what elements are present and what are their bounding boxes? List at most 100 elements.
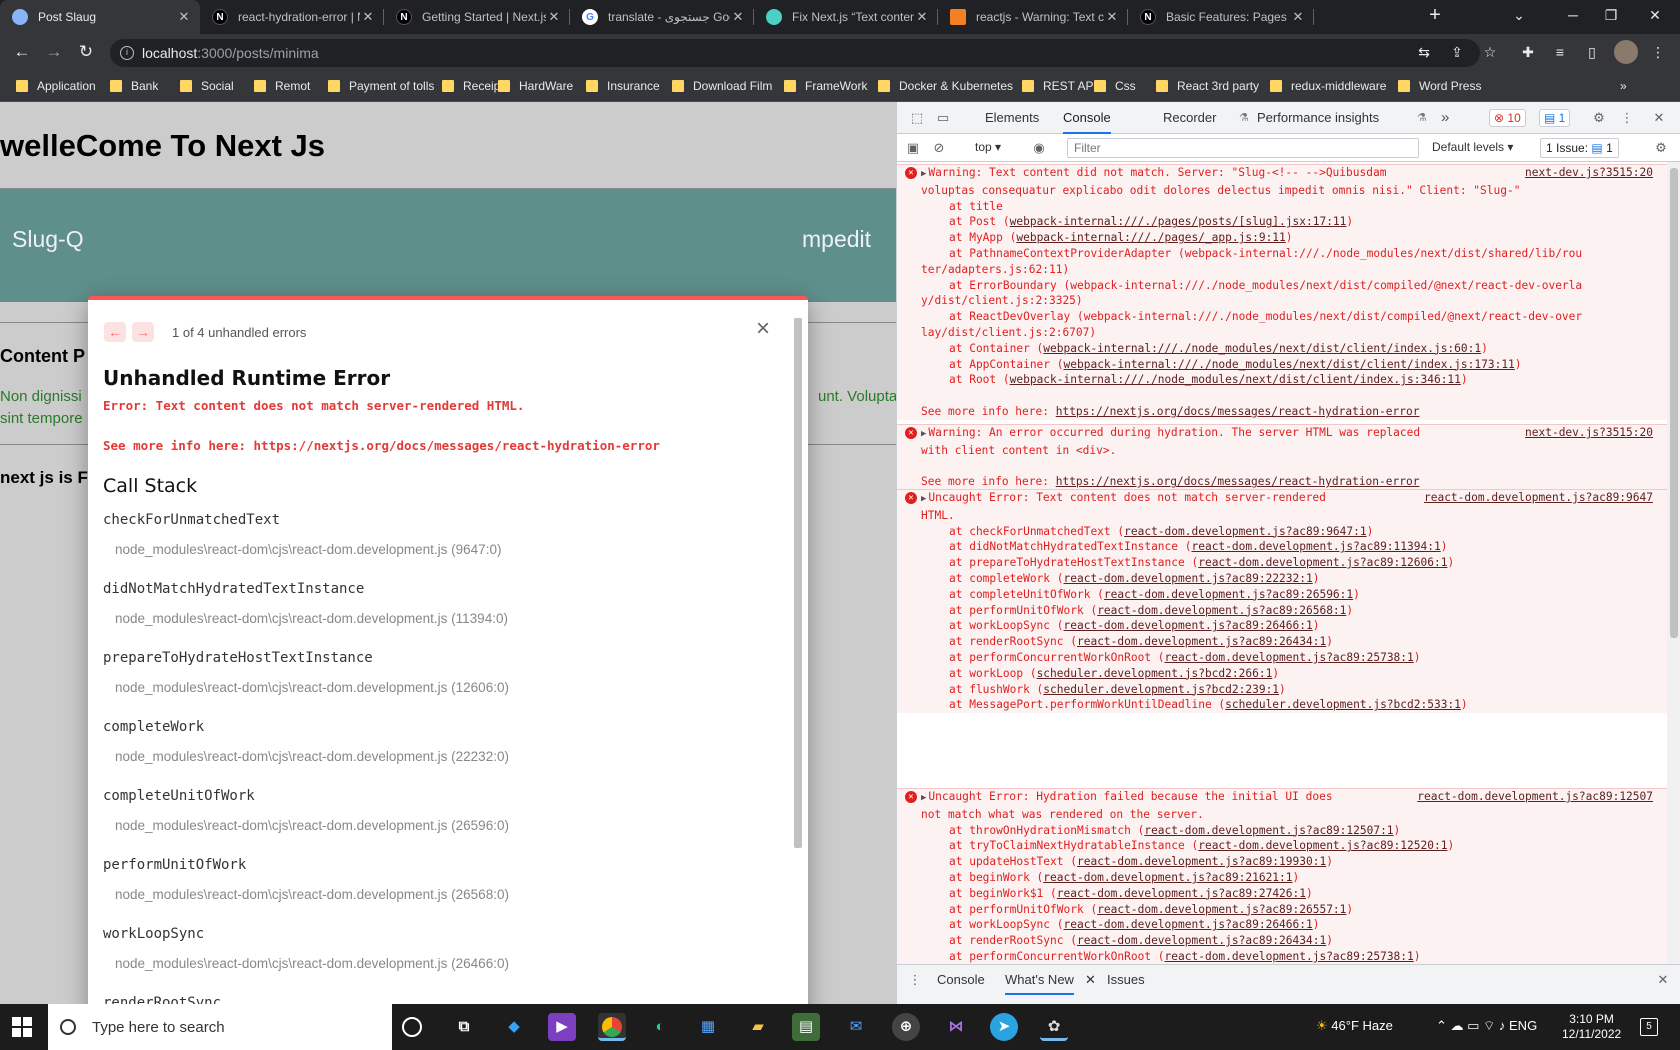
- more-tabs-icon[interactable]: »: [1441, 102, 1449, 134]
- console-filter-input[interactable]: Filter: [1067, 138, 1419, 158]
- file-explorer-icon[interactable]: ▰: [744, 1013, 772, 1041]
- close-tab-icon[interactable]: ✕: [914, 9, 930, 25]
- media-app-icon[interactable]: ▶: [548, 1013, 576, 1041]
- bookmark-item[interactable]: REST API: [1022, 76, 1097, 96]
- taskbar-search-box[interactable]: Type here to search: [48, 1004, 392, 1050]
- message-source-link[interactable]: react-dom.development.js?ac89:12507: [1417, 789, 1653, 805]
- volume-icon[interactable]: ♪: [1499, 1018, 1509, 1033]
- wifi-icon[interactable]: ⌔: [1483, 1018, 1499, 1033]
- network-icon[interactable]: ▭: [1467, 1018, 1483, 1033]
- language-indicator[interactable]: ENG: [1509, 1018, 1537, 1033]
- app-icon[interactable]: ▤: [792, 1013, 820, 1041]
- visual-studio-icon[interactable]: ⋈: [942, 1013, 970, 1041]
- extensions-icon[interactable]: ✚: [1518, 42, 1538, 62]
- tab-search-icon[interactable]: ⌄: [1494, 0, 1544, 30]
- bookmark-item[interactable]: Css: [1094, 76, 1136, 96]
- tray-chevron-icon[interactable]: ⌃: [1436, 1018, 1451, 1033]
- call-stack-frame[interactable]: performUnitOfWork node_modules\react-dom\…: [103, 857, 509, 902]
- bookmark-item[interactable]: Payment of tolls: [328, 76, 434, 96]
- bookmark-item[interactable]: Application: [16, 76, 96, 96]
- tab-console[interactable]: Console: [1063, 102, 1111, 134]
- media-icon[interactable]: ≡: [1550, 42, 1570, 62]
- vscode-icon[interactable]: ◆: [500, 1013, 528, 1041]
- taskbar-clock[interactable]: 3:10 PM 12/11/2022: [1562, 1012, 1621, 1042]
- share-icon[interactable]: ⇪: [1447, 42, 1467, 62]
- drawer-menu-icon[interactable]: ⋮: [907, 972, 923, 988]
- address-bar[interactable]: i localhost:3000/posts/minima: [110, 39, 1480, 67]
- issues-button[interactable]: 1 Issue: ▤ 1: [1540, 138, 1619, 158]
- app3-icon[interactable]: ✿: [1040, 1013, 1068, 1041]
- inspect-element-icon[interactable]: ⬚: [909, 110, 925, 126]
- browser-tab[interactable]: Fix Next.js “Text content d✕: [754, 0, 938, 34]
- close-overlay-icon[interactable]: ×: [751, 317, 775, 342]
- log-levels-dropdown[interactable]: Default levels ▾: [1432, 140, 1513, 154]
- site-info-icon[interactable]: i: [120, 46, 134, 60]
- bookmark-item[interactable]: redux-middleware: [1270, 76, 1386, 96]
- side-panel-icon[interactable]: ▯: [1582, 42, 1602, 62]
- browser-tab[interactable]: reactjs - Warning: Text con ✕: [938, 0, 1128, 34]
- bookmark-item[interactable]: Word Press: [1398, 76, 1481, 96]
- bookmark-item[interactable]: Receipt: [442, 76, 504, 96]
- maximize-icon[interactable]: ❐: [1586, 0, 1636, 30]
- close-tab-icon[interactable]: ✕: [1104, 9, 1120, 25]
- bookmark-item[interactable]: Download Film: [672, 76, 772, 96]
- browser-tab[interactable]: N Getting Started | Next.js ✕: [384, 0, 570, 34]
- message-source-link[interactable]: next-dev.js?3515:20: [1525, 165, 1653, 181]
- task-view-icon[interactable]: ⧉: [450, 1013, 478, 1041]
- bookmark-item[interactable]: React 3rd party: [1156, 76, 1259, 96]
- bookmark-item[interactable]: FrameWork: [784, 76, 867, 96]
- tab-elements[interactable]: Elements: [985, 102, 1039, 134]
- expand-triangle-icon[interactable]: ▶: [921, 494, 926, 504]
- bookmark-star-icon[interactable]: ☆: [1480, 42, 1500, 62]
- cortana-icon[interactable]: [402, 1017, 422, 1037]
- previous-error-icon[interactable]: ←: [104, 322, 126, 342]
- device-toolbar-icon[interactable]: ▭: [935, 110, 951, 126]
- devtools-menu-icon[interactable]: ⋮: [1619, 110, 1635, 126]
- settings-gear-icon[interactable]: ⚙: [1591, 110, 1607, 126]
- mail-icon[interactable]: ✉: [842, 1013, 870, 1041]
- close-tab-icon[interactable]: ✕: [360, 9, 376, 25]
- close-tab-icon[interactable]: ✕: [546, 9, 562, 25]
- browser-tab[interactable]: Post Slaug ✕: [0, 0, 200, 34]
- browser-tab[interactable]: N Basic Features: Pages | Ne✕: [1128, 0, 1314, 34]
- cloud-icon[interactable]: ☁: [1451, 1018, 1468, 1033]
- call-stack-frame[interactable]: checkForUnmatchedText node_modules\react-…: [103, 512, 501, 557]
- bookmark-item[interactable]: Insurance: [586, 76, 660, 96]
- app2-icon[interactable]: ⊕: [892, 1013, 920, 1041]
- close-drawer-icon[interactable]: ✕: [1655, 972, 1671, 988]
- tab-performance-insights[interactable]: Performance insights: [1257, 102, 1379, 134]
- sidebar-toggle-icon[interactable]: ▣: [905, 140, 921, 156]
- close-whats-new-icon[interactable]: ✕: [1085, 965, 1096, 995]
- console-error-message[interactable]: ✕ next-dev.js?3515:20 ▶ Warning: Text conte…: [897, 164, 1667, 420]
- bookmark-item[interactable]: Social: [180, 76, 234, 96]
- store-icon[interactable]: ▦: [694, 1013, 722, 1041]
- bookmark-item[interactable]: HardWare: [498, 76, 573, 96]
- chrome-menu-icon[interactable]: ⋮: [1648, 42, 1668, 62]
- weather-widget[interactable]: ☀ 46°F Haze: [1316, 1018, 1393, 1034]
- translate-icon[interactable]: ⇆: [1414, 42, 1434, 62]
- message-source-link[interactable]: react-dom.development.js?ac89:9647: [1423, 490, 1653, 506]
- next-error-icon[interactable]: →: [132, 322, 154, 342]
- browser-tab[interactable]: Nreact-hydration-error | Ne ✕: [200, 0, 384, 34]
- back-icon[interactable]: ←: [10, 40, 34, 64]
- context-selector[interactable]: top ▾: [975, 140, 1001, 154]
- info-count-badge[interactable]: ▤ 1: [1539, 109, 1571, 127]
- close-tab-icon[interactable]: ✕: [1290, 9, 1306, 25]
- more-info-link[interactable]: See more info here: https://nextjs.org/d…: [103, 438, 660, 453]
- drawer-tab-whats-new[interactable]: What's New: [1005, 965, 1074, 995]
- console-error-message[interactable]: ✕ react-dom.development.js?ac89:12507 ▶ Unc…: [897, 788, 1667, 964]
- bookmark-item[interactable]: Docker & Kubernetes: [878, 76, 1013, 96]
- bookmark-item[interactable]: Bank: [110, 76, 158, 96]
- windows-start-icon[interactable]: [12, 1017, 32, 1037]
- profile-avatar[interactable]: [1614, 40, 1638, 64]
- error-count-badge[interactable]: ⊗ 10: [1489, 109, 1526, 127]
- call-stack-frame[interactable]: workLoopSync node_modules\react-dom\cjs\r…: [103, 926, 509, 971]
- close-window-icon[interactable]: ✕: [1630, 0, 1680, 30]
- telegram-icon[interactable]: ➤: [990, 1013, 1018, 1041]
- console-error-message[interactable]: ✕ next-dev.js?3515:20 ▶ Warning: An error o…: [897, 424, 1667, 491]
- call-stack-frame[interactable]: renderRootSyncnode_modules\react-dom\cjs…: [103, 995, 509, 1004]
- close-tab-icon[interactable]: ✕: [176, 9, 192, 25]
- bookmark-item[interactable]: Remot: [254, 76, 310, 96]
- console-scrollbar-thumb[interactable]: [1670, 168, 1678, 638]
- call-stack-frame[interactable]: prepareToHydrateHostTextInstance node_mod…: [103, 650, 509, 695]
